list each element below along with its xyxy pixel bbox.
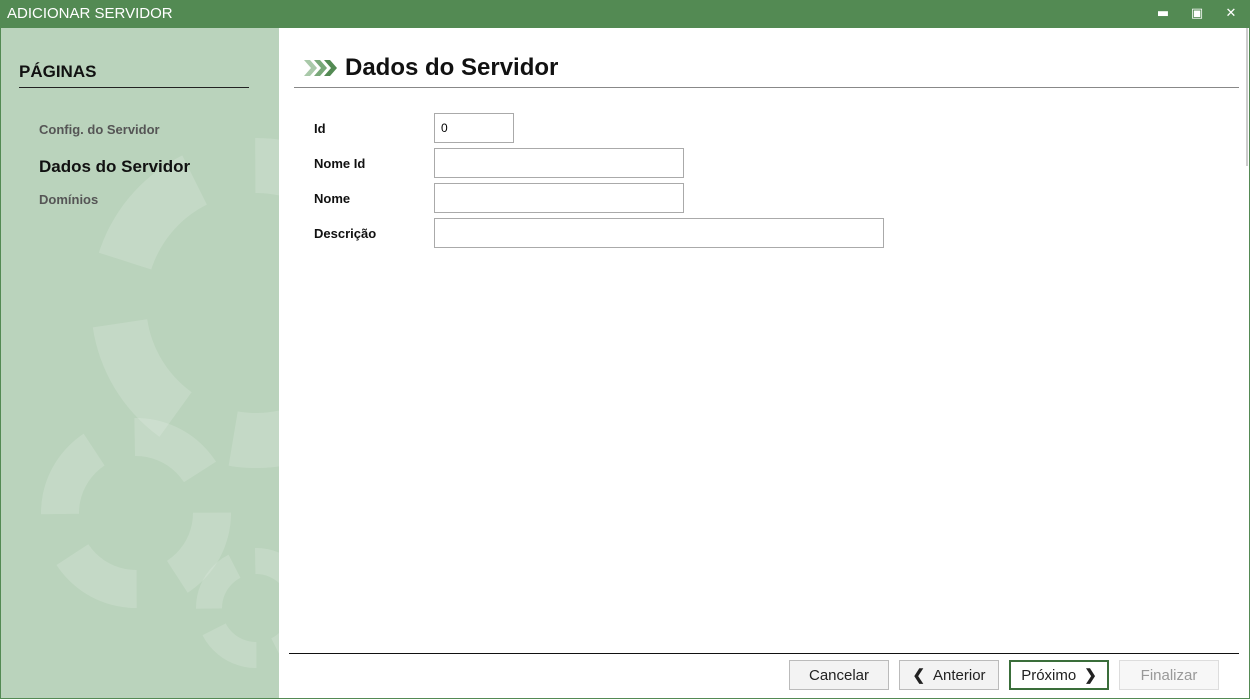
scrollbar[interactable] bbox=[1246, 28, 1248, 166]
maximize-icon[interactable]: ▣ bbox=[1182, 3, 1212, 25]
id-label: Id bbox=[314, 121, 326, 136]
window-title: ADICIONAR SERVIDOR bbox=[7, 5, 173, 22]
finish-button[interactable]: Finalizar bbox=[1119, 660, 1219, 690]
page-title: Dados do Servidor bbox=[345, 54, 559, 81]
next-button[interactable]: Próximo ❯ bbox=[1009, 660, 1109, 690]
previous-label: Anterior bbox=[933, 666, 986, 684]
finish-label: Finalizar bbox=[1140, 666, 1198, 684]
sidebar-heading: PÁGINAS bbox=[19, 62, 97, 81]
previous-button[interactable]: ❮ Anterior bbox=[899, 660, 999, 690]
cancel-label: Cancelar bbox=[808, 666, 870, 684]
nome-id-input[interactable] bbox=[434, 148, 684, 178]
close-icon[interactable]: ✕ bbox=[1216, 3, 1246, 25]
sidebar-item-dados[interactable]: Dados do Servidor bbox=[39, 157, 190, 177]
divider bbox=[289, 653, 1239, 654]
title-bar: ADICIONAR SERVIDOR ▬ ▣ ✕ bbox=[0, 0, 1250, 28]
descricao-label: Descrição bbox=[314, 226, 377, 241]
nome-label: Nome bbox=[314, 191, 351, 206]
descricao-input[interactable] bbox=[434, 218, 884, 248]
minimize-icon[interactable]: ▬ bbox=[1148, 3, 1178, 25]
sidebar-item-config[interactable]: Config. do Servidor bbox=[39, 122, 160, 137]
sidebar: PÁGINAS Config. do Servidor Dados do Ser… bbox=[1, 28, 279, 698]
nome-id-label: Nome Id bbox=[314, 156, 366, 171]
cancel-button[interactable]: Cancelar bbox=[789, 660, 889, 690]
chevrons-icon bbox=[304, 60, 337, 76]
next-label: Próximo bbox=[1021, 666, 1077, 684]
divider bbox=[294, 87, 1239, 88]
divider bbox=[19, 87, 249, 88]
chevron-left-icon: ❮ bbox=[912, 667, 926, 684]
id-input[interactable] bbox=[434, 113, 514, 143]
nome-input[interactable] bbox=[434, 183, 684, 213]
sidebar-item-dominios[interactable]: Domínios bbox=[39, 192, 98, 207]
chevron-right-icon: ❯ bbox=[1084, 667, 1097, 684]
